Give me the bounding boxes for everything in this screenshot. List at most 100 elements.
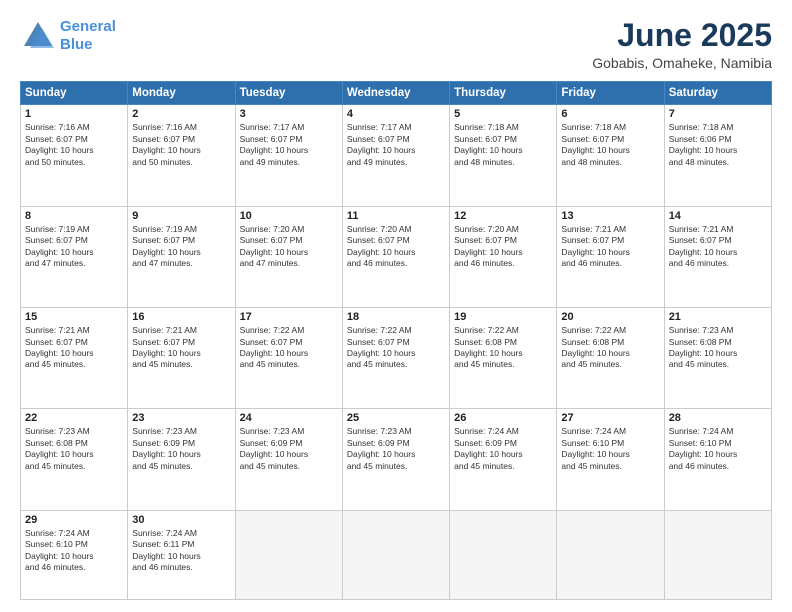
table-row: 10Sunrise: 7:20 AM Sunset: 6:07 PM Dayli…	[235, 206, 342, 307]
logo-icon	[20, 18, 56, 54]
table-row: 18Sunrise: 7:22 AM Sunset: 6:07 PM Dayli…	[342, 308, 449, 409]
table-row: 15Sunrise: 7:21 AM Sunset: 6:07 PM Dayli…	[21, 308, 128, 409]
day-number: 30	[132, 514, 230, 526]
day-number: 2	[132, 108, 230, 120]
day-info: Sunrise: 7:23 AM Sunset: 6:09 PM Dayligh…	[347, 426, 445, 472]
table-row: 21 Sunrise: 7:23 AM Sunset: 6:08 PM Dayli…	[664, 308, 771, 409]
table-row: 22 Sunrise: 7:23 AM Sunset: 6:08 PM Dayli…	[21, 409, 128, 510]
col-sunday: Sunday	[21, 82, 128, 105]
calendar-row: 1 Sunrise: 7:16 AM Sunset: 6:07 PM Daylig…	[21, 105, 772, 206]
logo-general: General	[60, 18, 116, 35]
table-row	[450, 510, 557, 599]
day-info: Sunrise: 7:23 AM Sunset: 6:09 PM Dayligh…	[132, 426, 230, 472]
day-number: 7	[669, 108, 767, 120]
logo: General Blue	[20, 18, 116, 54]
day-number: 29	[25, 514, 123, 526]
table-row: 2 Sunrise: 7:16 AM Sunset: 6:07 PM Daylig…	[128, 105, 235, 206]
logo-text: General Blue	[60, 18, 116, 54]
day-number: 1	[25, 108, 123, 120]
day-number: 22	[25, 412, 123, 424]
day-number: 16	[132, 311, 230, 323]
table-row: 9Sunrise: 7:19 AM Sunset: 6:07 PM Daylig…	[128, 206, 235, 307]
day-number: 4	[347, 108, 445, 120]
day-info: Sunrise: 7:24 AM Sunset: 6:10 PM Dayligh…	[561, 426, 659, 472]
col-monday: Monday	[128, 82, 235, 105]
table-row: 29 Sunrise: 7:24 AM Sunset: 6:10 PM Dayli…	[21, 510, 128, 599]
day-info: Sunrise: 7:19 AM Sunset: 6:07 PM Dayligh…	[132, 224, 230, 270]
day-number: 8	[25, 210, 123, 222]
day-info: Sunrise: 7:21 AM Sunset: 6:07 PM Dayligh…	[561, 224, 659, 270]
table-row: 25 Sunrise: 7:23 AM Sunset: 6:09 PM Dayli…	[342, 409, 449, 510]
day-number: 27	[561, 412, 659, 424]
logo-blue: Blue	[60, 36, 93, 53]
day-info: Sunrise: 7:16 AM Sunset: 6:07 PM Dayligh…	[132, 122, 230, 168]
day-number: 13	[561, 210, 659, 222]
table-row: 16 Sunrise: 7:21 AM Sunset: 6:07 PM Dayli…	[128, 308, 235, 409]
table-row	[557, 510, 664, 599]
table-row: 20Sunrise: 7:22 AM Sunset: 6:08 PM Dayli…	[557, 308, 664, 409]
table-row: 19Sunrise: 7:22 AM Sunset: 6:08 PM Dayli…	[450, 308, 557, 409]
month-title: June 2025	[592, 18, 772, 53]
title-area: June 2025 Gobabis, Omaheke, Namibia	[592, 18, 772, 71]
table-row: 8 Sunrise: 7:19 AM Sunset: 6:07 PM Daylig…	[21, 206, 128, 307]
day-number: 23	[132, 412, 230, 424]
table-row: 23 Sunrise: 7:23 AM Sunset: 6:09 PM Dayli…	[128, 409, 235, 510]
table-row: 7 Sunrise: 7:18 AM Sunset: 6:06 PM Daylig…	[664, 105, 771, 206]
day-info: Sunrise: 7:24 AM Sunset: 6:09 PM Dayligh…	[454, 426, 552, 472]
day-info: Sunrise: 7:21 AM Sunset: 6:07 PM Dayligh…	[132, 325, 230, 371]
day-number: 28	[669, 412, 767, 424]
header: General Blue June 2025 Gobabis, Omaheke,…	[20, 18, 772, 71]
table-row	[235, 510, 342, 599]
table-row: 24 Sunrise: 7:23 AM Sunset: 6:09 PM Dayli…	[235, 409, 342, 510]
day-number: 26	[454, 412, 552, 424]
day-info: Sunrise: 7:17 AM Sunset: 6:07 PM Dayligh…	[240, 122, 338, 168]
calendar-row: 22 Sunrise: 7:23 AM Sunset: 6:08 PM Dayli…	[21, 409, 772, 510]
table-row: 12 Sunrise: 7:20 AM Sunset: 6:07 PM Dayli…	[450, 206, 557, 307]
day-info: Sunrise: 7:16 AM Sunset: 6:07 PM Dayligh…	[25, 122, 123, 168]
day-info: Sunrise: 7:23 AM Sunset: 6:08 PM Dayligh…	[669, 325, 767, 371]
day-number: 5	[454, 108, 552, 120]
table-row: 4 Sunrise: 7:17 AM Sunset: 6:07 PM Daylig…	[342, 105, 449, 206]
location-title: Gobabis, Omaheke, Namibia	[592, 55, 772, 71]
table-row: 13 Sunrise: 7:21 AM Sunset: 6:07 PM Dayli…	[557, 206, 664, 307]
calendar-table: Sunday Monday Tuesday Wednesday Thursday…	[20, 81, 772, 600]
day-number: 12	[454, 210, 552, 222]
table-row: 3 Sunrise: 7:17 AM Sunset: 6:07 PM Daylig…	[235, 105, 342, 206]
day-number: 3	[240, 108, 338, 120]
table-row: 5 Sunrise: 7:18 AM Sunset: 6:07 PM Daylig…	[450, 105, 557, 206]
day-number: 11	[347, 210, 445, 222]
day-info: Sunrise: 7:20 AM Sunset: 6:07 PM Dayligh…	[347, 224, 445, 270]
col-friday: Friday	[557, 82, 664, 105]
day-info: Sunrise: 7:22 AM Sunset: 6:07 PM Dayligh…	[240, 325, 338, 371]
table-row: 11 Sunrise: 7:20 AM Sunset: 6:07 PM Dayli…	[342, 206, 449, 307]
day-number: 17	[240, 311, 338, 323]
day-info: Sunrise: 7:20 AM Sunset: 6:07 PM Dayligh…	[240, 224, 338, 270]
col-saturday: Saturday	[664, 82, 771, 105]
table-row: 6Sunrise: 7:18 AM Sunset: 6:07 PM Daylig…	[557, 105, 664, 206]
day-info: Sunrise: 7:23 AM Sunset: 6:08 PM Dayligh…	[25, 426, 123, 472]
day-info: Sunrise: 7:24 AM Sunset: 6:10 PM Dayligh…	[25, 528, 123, 574]
day-number: 24	[240, 412, 338, 424]
day-number: 20	[561, 311, 659, 323]
day-number: 18	[347, 311, 445, 323]
day-number: 14	[669, 210, 767, 222]
table-row: 17 Sunrise: 7:22 AM Sunset: 6:07 PM Dayli…	[235, 308, 342, 409]
day-number: 6	[561, 108, 659, 120]
calendar-header-row: Sunday Monday Tuesday Wednesday Thursday…	[21, 82, 772, 105]
day-info: Sunrise: 7:23 AM Sunset: 6:09 PM Dayligh…	[240, 426, 338, 472]
day-info: Sunrise: 7:19 AM Sunset: 6:07 PM Dayligh…	[25, 224, 123, 270]
day-info: Sunrise: 7:18 AM Sunset: 6:06 PM Dayligh…	[669, 122, 767, 168]
day-info: Sunrise: 7:17 AM Sunset: 6:07 PM Dayligh…	[347, 122, 445, 168]
table-row: 14Sunrise: 7:21 AM Sunset: 6:07 PM Dayli…	[664, 206, 771, 307]
table-row: 26 Sunrise: 7:24 AM Sunset: 6:09 PM Dayli…	[450, 409, 557, 510]
col-thursday: Thursday	[450, 82, 557, 105]
day-number: 15	[25, 311, 123, 323]
day-number: 25	[347, 412, 445, 424]
day-number: 21	[669, 311, 767, 323]
day-info: Sunrise: 7:20 AM Sunset: 6:07 PM Dayligh…	[454, 224, 552, 270]
table-row: 30Sunrise: 7:24 AM Sunset: 6:11 PM Dayli…	[128, 510, 235, 599]
day-info: Sunrise: 7:18 AM Sunset: 6:07 PM Dayligh…	[454, 122, 552, 168]
table-row	[342, 510, 449, 599]
col-wednesday: Wednesday	[342, 82, 449, 105]
day-info: Sunrise: 7:24 AM Sunset: 6:10 PM Dayligh…	[669, 426, 767, 472]
